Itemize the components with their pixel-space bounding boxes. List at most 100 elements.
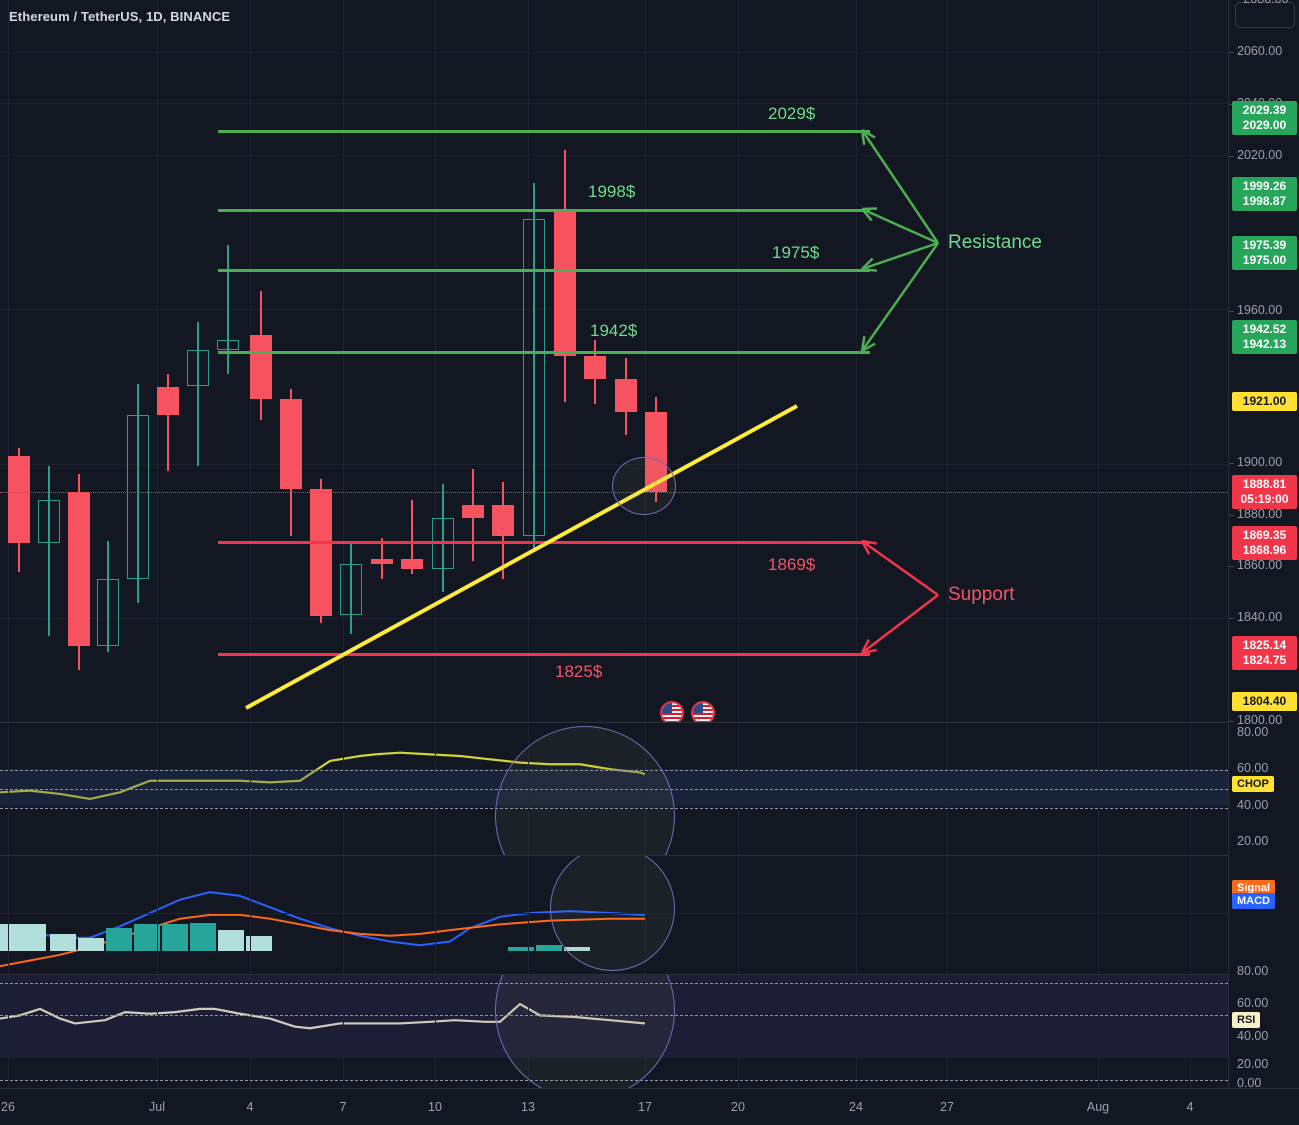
axis-tick-dash: [1229, 52, 1234, 53]
candle-wick: [197, 322, 199, 467]
price-highlight-circle: [612, 457, 676, 515]
time-axis-tick-label: 10: [428, 1100, 442, 1114]
time-axis-tick-label: 13: [521, 1100, 535, 1114]
current-price-tag[interactable]: 1888.81 05:19:00: [1232, 475, 1297, 509]
candle-body: [127, 414, 149, 580]
macd-tag[interactable]: MACD: [1232, 893, 1275, 909]
chop-tag[interactable]: CHOP: [1232, 776, 1274, 792]
indicator-axis-tick-label: 80.00: [1237, 964, 1269, 978]
price-tag-line: 1804.40: [1242, 694, 1287, 708]
grid-line-vertical: [947, 975, 948, 1088]
price-tag-line: 1999.26: [1242, 179, 1287, 193]
time-axis-tick-label: Aug: [1086, 1100, 1110, 1114]
axis-tick-dash: [1229, 721, 1234, 722]
chart-symbol-title: Ethereum / TetherUS, 1D, BINANCE: [9, 9, 231, 24]
grid-line-vertical: [738, 856, 739, 974]
axis-tick-dash: [1229, 618, 1234, 619]
grid-line-vertical: [856, 0, 857, 722]
grid-line-vertical: [157, 856, 158, 974]
price-tag-line: 1998.87: [1242, 194, 1287, 208]
macd-histogram-bar: [50, 933, 76, 951]
resistance-line: [218, 269, 870, 272]
candle-body: [157, 386, 179, 415]
price-axis-tick-label: 1960.00: [1237, 303, 1283, 317]
level-1975-tag[interactable]: 1975.39 1975.00: [1232, 236, 1297, 270]
candle-body: [371, 558, 393, 565]
macd-indicator-pane[interactable]: [0, 856, 1228, 974]
indicator-axis-tick-label: 80.00: [1237, 725, 1269, 739]
support-line: [218, 653, 870, 656]
level-1999-tag[interactable]: 1999.26 1998.87: [1232, 177, 1297, 211]
rsi-tag[interactable]: RSI: [1232, 1012, 1261, 1028]
candle-body: [462, 504, 484, 518]
candle-body: [97, 579, 119, 647]
candle-body: [280, 399, 302, 490]
candle-body: [187, 350, 209, 387]
time-axis-tick-label: 27: [940, 1100, 954, 1114]
price-tag-line: 1975.00: [1242, 253, 1287, 267]
grid-line-vertical: [856, 856, 857, 974]
level-1825-tag[interactable]: 1825.14 1824.75: [1232, 636, 1297, 670]
price-tag-line: 1869.35: [1242, 528, 1287, 542]
indicator-axis-tick-label: 60.00: [1237, 761, 1269, 775]
price-tag-line: 1824.75: [1242, 653, 1287, 667]
price-axis-tick-label: 2020.00: [1237, 148, 1283, 162]
candle-body: [68, 491, 90, 647]
grid-line-vertical: [8, 0, 9, 722]
resistance-line: [218, 351, 870, 354]
macd-histogram-bar: [162, 924, 188, 951]
macd-histogram-bar: [78, 937, 104, 951]
grid-line-vertical: [528, 856, 529, 974]
indicator-axis-tick-label: 40.00: [1237, 1029, 1269, 1043]
candle-body: [38, 499, 60, 544]
resistance-level-label: 1942$: [590, 321, 638, 340]
price-tag-line: 05:19:00: [1240, 492, 1289, 506]
time-axis-tick-label: 20: [731, 1100, 745, 1114]
axis-tick-dash: [1229, 156, 1234, 157]
price-tag-line: 1888.81: [1242, 477, 1287, 491]
time-axis-tick-label: 4: [246, 1100, 254, 1114]
grid-line-vertical: [250, 975, 251, 1088]
macd-histogram-bar: [218, 930, 244, 951]
macd-histogram-bar: [508, 947, 534, 951]
level-1804-tag[interactable]: 1804.40: [1232, 692, 1297, 711]
grid-line-vertical: [1190, 856, 1191, 974]
grid-line-horizontal: [0, 618, 1228, 620]
time-axis-tick-label: 17: [638, 1100, 652, 1114]
price-axis[interactable]: 2080.00 2060.002040.002020.001960.001900…: [1228, 0, 1299, 1090]
candle-body: [401, 558, 423, 570]
time-axis[interactable]: 26 Jul 4 7 10 13 17 20 24 27 Aug 4: [0, 1088, 1299, 1125]
chop-indicator-pane[interactable]: [0, 723, 1228, 855]
level-1942-tag[interactable]: 1942.52 1942.13: [1232, 320, 1297, 354]
price-pane[interactable]: 2029$ 1998$ 1975$ 1942$ 1869$ 1825$ Resistance…: [0, 0, 1228, 722]
grid-line-vertical: [947, 0, 948, 722]
support-line: [218, 541, 870, 544]
resistance-line: [218, 130, 870, 133]
us-flag-icon[interactable]: [691, 701, 715, 722]
macd-histogram-bar: [190, 922, 216, 951]
level-1869-tag[interactable]: 1869.35 1868.96: [1232, 526, 1297, 560]
grid-line-vertical: [738, 0, 739, 722]
support-level-label: 1869$: [768, 555, 816, 574]
grid-line-horizontal: [0, 463, 1228, 465]
rsi-indicator-pane[interactable]: [0, 975, 1228, 1088]
us-flag-icon[interactable]: [660, 701, 684, 722]
trendline-drawing: [245, 404, 798, 710]
grid-line-vertical: [8, 856, 9, 974]
grid-line-vertical: [343, 975, 344, 1088]
axis-tick-dash: [1229, 463, 1234, 464]
time-axis-tick-label: 4: [1186, 1100, 1194, 1114]
price-tag-line: 1921.00: [1242, 394, 1287, 408]
macd-histogram-bar: [106, 928, 132, 951]
candle-body: [8, 455, 30, 544]
candle-body: [217, 340, 239, 351]
price-axis-tick-label: 1880.00: [1237, 507, 1283, 521]
grid-line-horizontal: [0, 309, 1228, 311]
grid-line-vertical: [947, 856, 948, 974]
grid-line-vertical: [645, 0, 646, 722]
grid-line-vertical: [1190, 975, 1191, 1088]
grid-line-vertical: [343, 856, 344, 974]
level-1921-tag[interactable]: 1921.00: [1232, 392, 1297, 411]
axis-tick-dash: [1229, 311, 1234, 312]
level-2029-tag[interactable]: 2029.39 2029.00: [1232, 101, 1297, 135]
